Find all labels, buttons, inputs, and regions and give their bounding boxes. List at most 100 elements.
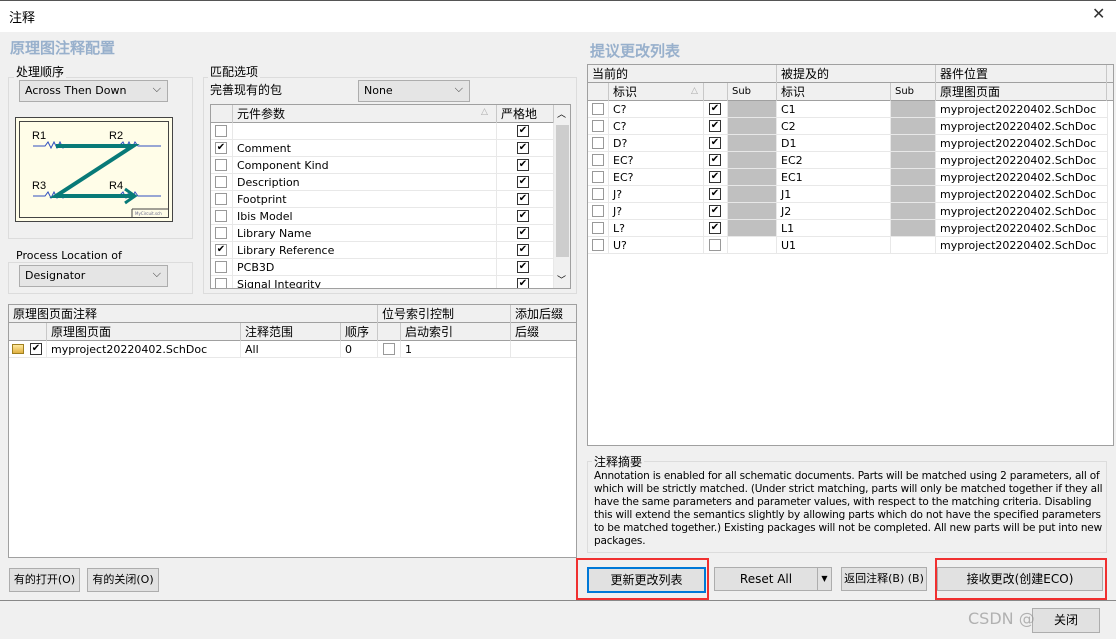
summary-text: Annotation is enabled for all schematic … [594,470,1103,547]
param-checkbox[interactable] [215,227,227,239]
dropdown-arrow-icon[interactable]: ▼ [817,568,831,590]
sheet-scope[interactable]: All [241,341,341,358]
scroll-down-icon[interactable]: ﹀ [557,273,566,286]
sheet-checkbox[interactable]: ✔ [30,343,42,355]
scope-column-header[interactable]: 注释范围 [241,323,341,341]
strict-checkbox[interactable]: ✔ [517,244,529,256]
strict-checkbox[interactable]: ✔ [517,176,529,188]
strict-checkbox[interactable]: ✔ [517,227,529,239]
scroll-up-icon[interactable]: ︿ [557,107,566,120]
row-checkbox[interactable] [592,103,604,115]
current-group-header: 当前的 [588,65,777,83]
row-checkbox[interactable] [592,154,604,166]
strict-checkbox[interactable]: ✔ [517,125,529,137]
param-checkbox[interactable] [215,193,227,205]
lock-checkbox[interactable]: ✔ [709,154,721,166]
sheet-suffix[interactable] [511,341,576,358]
lock-checkbox[interactable]: ✔ [709,103,721,115]
strict-checkbox[interactable]: ✔ [517,142,529,154]
param-checkbox[interactable] [215,261,227,273]
sheet-row[interactable]: ✔ myproject20220402.SchDoc All 0 1 [9,341,576,358]
change-row[interactable]: EC? ✔ EC1 myproject20220402.SchDoc [588,169,1108,186]
lock-checkbox[interactable]: ✔ [709,120,721,132]
change-row[interactable]: J? ✔ J2 myproject20220402.SchDoc [588,203,1108,220]
strict-checkbox[interactable]: ✔ [517,210,529,222]
strict-checkbox[interactable]: ✔ [517,159,529,171]
current-sub-header[interactable]: Sub [728,83,777,101]
update-changes-button[interactable]: 更新更改列表 [587,567,706,593]
strict-checkbox[interactable]: ✔ [517,193,529,205]
param-checkbox[interactable]: ✔ [215,142,227,154]
reset-all-button[interactable]: Reset All ▼ [714,567,832,591]
strict-checkbox[interactable]: ✔ [517,261,529,273]
row-checkbox[interactable] [592,171,604,183]
current-designator-header[interactable]: 标识 [609,83,704,101]
scrollbar-thumb[interactable] [556,125,569,257]
change-row[interactable]: L? ✔ L1 myproject20220402.SchDoc [588,220,1108,237]
lock-checkbox[interactable]: ✔ [709,222,721,234]
sheet-order[interactable]: 0 [341,341,378,358]
param-row[interactable]: Signal Integrity ✔ [211,276,554,288]
proposed-sub [891,169,936,186]
param-row[interactable]: Description ✔ [211,174,554,191]
param-row[interactable]: ✔ Library Reference ✔ [211,242,554,259]
proposed-sub-header[interactable]: Sub [891,83,936,101]
order-column-header[interactable]: 顺序 [341,323,378,341]
start-index-column-header[interactable]: 启动索引 [401,323,511,341]
scrollbar[interactable]: ︿ ﹀ [554,105,570,288]
row-checkbox[interactable] [592,239,604,251]
page-column-header[interactable]: 原理图页面 [47,323,241,341]
change-row[interactable]: C? ✔ C2 myproject20220402.SchDoc [588,118,1108,135]
proposed-designator-header[interactable]: 标识 [777,83,891,101]
lock-checkbox[interactable]: ✔ [709,188,721,200]
close-all-button[interactable]: 有的关闭(O) [87,568,159,592]
lock-checkbox[interactable]: ✔ [709,137,721,149]
row-checkbox[interactable] [592,188,604,200]
accept-changes-button[interactable]: 接收更改(创建ECO) [937,567,1103,591]
suffix-column-header[interactable]: 后缀 [511,323,576,341]
order-dropdown[interactable]: Across Then Down ⌵ [19,80,168,102]
row-checkbox[interactable] [592,222,604,234]
param-checkbox[interactable] [215,210,227,222]
param-checkbox[interactable] [215,125,227,137]
lock-checkbox[interactable]: ✔ [709,171,721,183]
sheet-start-index[interactable]: 1 [401,341,511,358]
param-checkbox[interactable] [215,159,227,171]
change-row[interactable]: D? ✔ D1 myproject20220402.SchDoc [588,135,1108,152]
open-all-button[interactable]: 有的打开(O) [9,568,80,592]
change-row[interactable]: EC? ✔ EC2 myproject20220402.SchDoc [588,152,1108,169]
param-name: Library Name [233,225,497,242]
proposed-heading: 提议更改列表 [590,42,681,60]
param-column-header[interactable]: 元件参数 [233,105,497,123]
param-row[interactable]: ✔ Comment ✔ [211,140,554,157]
sheet-column-header[interactable]: 原理图页面 [936,83,1107,101]
param-row[interactable]: ✔ [211,123,554,140]
param-checkbox[interactable]: ✔ [215,244,227,256]
param-row[interactable]: PCB3D ✔ [211,259,554,276]
change-row[interactable]: J? ✔ J1 myproject20220402.SchDoc [588,186,1108,203]
param-row[interactable]: Ibis Model ✔ [211,208,554,225]
location-dropdown[interactable]: Designator ⌵ [19,265,168,287]
row-checkbox[interactable] [592,120,604,132]
lock-checkbox[interactable] [709,239,721,251]
lock-checkbox[interactable]: ✔ [709,205,721,217]
param-checkbox[interactable] [215,278,227,288]
strict-column-header[interactable]: 严格地 [497,105,554,123]
sheet-page: myproject20220402.SchDoc [47,341,241,358]
complete-packages-dropdown[interactable]: None ⌵ [358,80,470,102]
row-checkbox[interactable] [592,137,604,149]
close-button[interactable]: 关闭 [1032,608,1100,633]
param-row[interactable]: Component Kind ✔ [211,157,554,174]
index-checkbox[interactable] [383,343,395,355]
param-checkbox[interactable] [215,176,227,188]
row-sheet: myproject20220402.SchDoc [936,220,1108,237]
back-to-annotate-button[interactable]: 返回注释(B) (B) [841,567,927,591]
close-icon[interactable]: ✕ [1092,4,1105,23]
row-checkbox[interactable] [592,205,604,217]
change-row[interactable]: U? U1 myproject20220402.SchDoc [588,237,1108,254]
row-sheet: myproject20220402.SchDoc [936,186,1108,203]
param-row[interactable]: Footprint ✔ [211,191,554,208]
change-row[interactable]: C? ✔ C1 myproject20220402.SchDoc [588,101,1108,118]
param-row[interactable]: Library Name ✔ [211,225,554,242]
strict-checkbox[interactable]: ✔ [517,278,529,288]
